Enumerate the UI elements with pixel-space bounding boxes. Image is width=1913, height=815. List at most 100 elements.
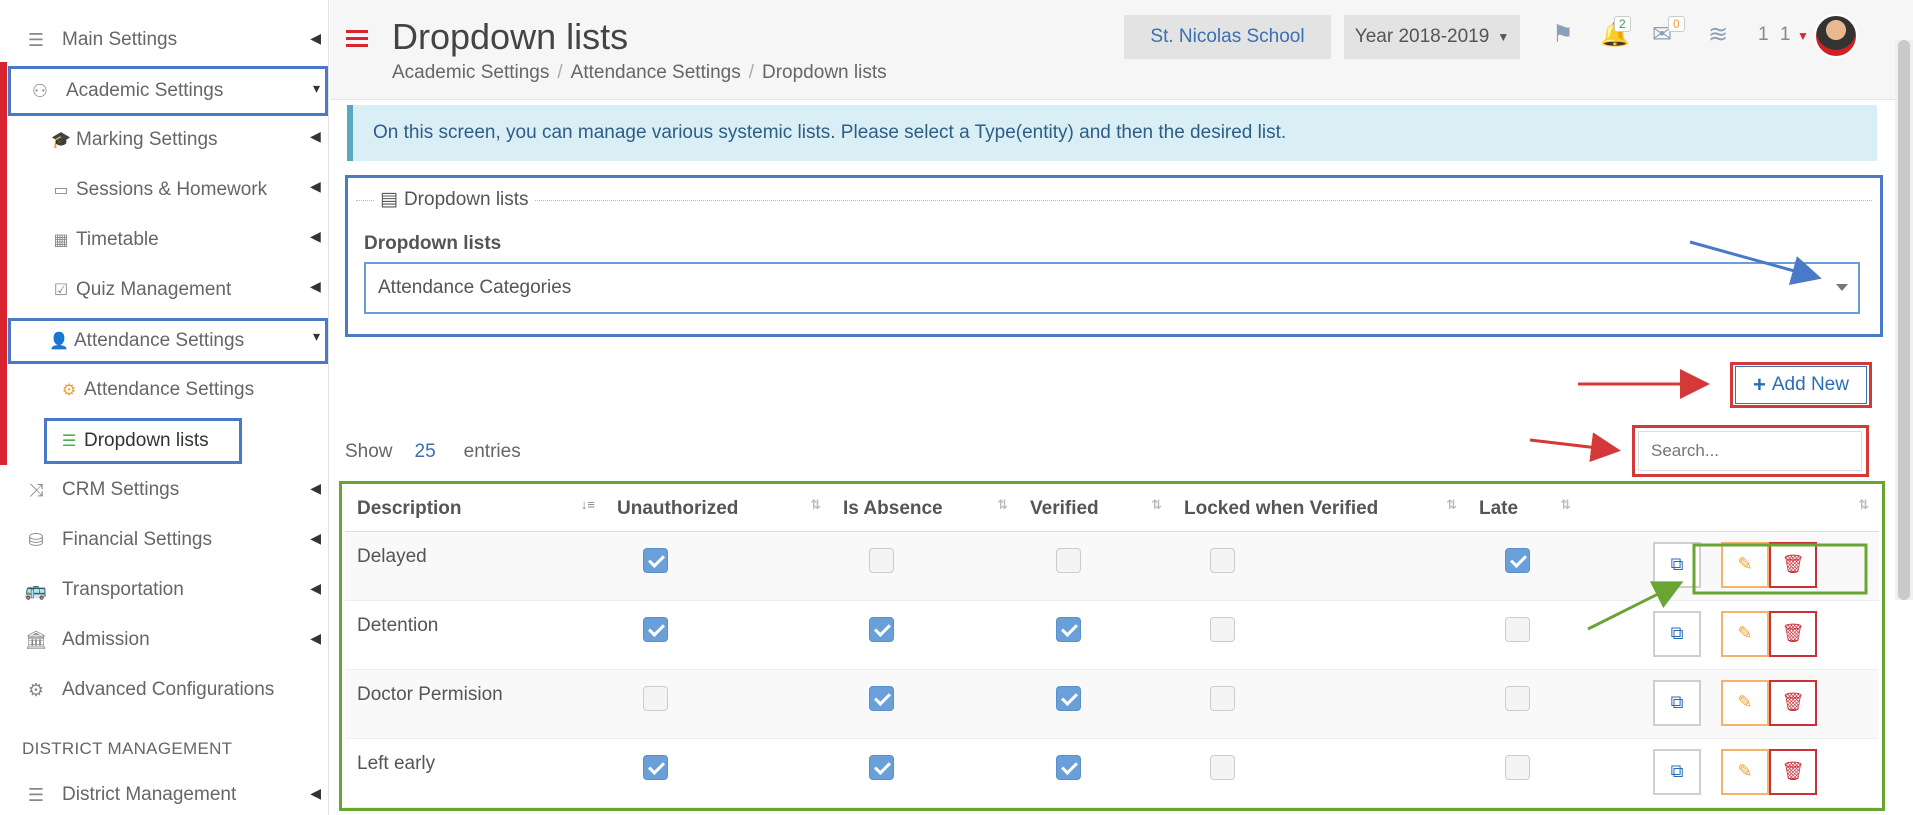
table-row: Doctor Permision ⧉ ✎ 🗑 — [345, 669, 1879, 739]
trash-icon: 🗑 — [1781, 623, 1805, 643]
copy-icon: ⧉ — [1670, 692, 1684, 712]
sidebar-item-attendance-settings[interactable]: 👤 Attendance Settings ▾ — [8, 318, 328, 364]
copy-button[interactable]: ⧉ — [1653, 541, 1701, 588]
teacher-board-icon: ▭ — [53, 182, 69, 199]
search-input[interactable] — [1638, 431, 1862, 471]
add-new-label: Add New — [1771, 374, 1849, 395]
pencil-icon: ✎ — [1737, 623, 1753, 643]
verified-checkbox[interactable] — [1056, 547, 1081, 573]
attendance-categories-table: Description ↓≡ Unauthorized ⇅ Is Absence ⇅ … — [345, 487, 1879, 808]
sidebar-item-transportation[interactable]: 🚌 Transportation ◀ — [0, 570, 329, 610]
delete-button[interactable]: 🗑 — [1769, 610, 1817, 657]
delete-button[interactable]: 🗑 — [1769, 748, 1817, 795]
menu-icon: ☰ — [27, 784, 45, 805]
group-icon: ⚇ — [31, 80, 49, 101]
verified-checkbox[interactable] — [1056, 685, 1081, 711]
chevron-left-icon: ◀ — [310, 630, 321, 646]
column-header-is-absence[interactable]: Is Absence ⇅ — [831, 487, 1018, 532]
page-scrollbar[interactable] — [1895, 40, 1913, 600]
sidebar-item-main-settings[interactable]: ☰ Main Settings ◀ — [0, 20, 329, 60]
header: Dropdown lists Academic Settings / Attenda… — [330, 0, 1913, 100]
breadcrumb: Academic Settings / Attendance Settings / Dr… — [392, 62, 887, 83]
sidebar-subitem-dropdown-lists[interactable]: ☰ Dropdown lists — [44, 418, 242, 464]
sidebar-item-label: Timetable — [76, 229, 159, 250]
sidebar-item-district-management[interactable]: ☰ District Management ◀ — [0, 775, 329, 815]
list-icon: ☰ — [61, 433, 77, 450]
column-header-late[interactable]: Late ⇅ — [1467, 487, 1581, 532]
sidebar-item-label: District Management — [62, 784, 237, 805]
locked-checkbox[interactable] — [1210, 547, 1235, 573]
breadcrumb-item[interactable]: Attendance Settings — [571, 62, 741, 83]
edit-button[interactable]: ✎ — [1721, 541, 1769, 588]
unauthorized-checkbox[interactable] — [643, 685, 668, 711]
column-header-verified[interactable]: Verified ⇅ — [1018, 487, 1172, 532]
sidebar-item-advanced-configurations[interactable]: ⚙ Advanced Configurations — [0, 670, 329, 710]
sidebar-item-timetable[interactable]: ▦ Timetable — [50, 220, 159, 260]
copy-button[interactable]: ⧉ — [1653, 748, 1701, 795]
column-header-unauthorized[interactable]: Unauthorized ⇅ — [605, 487, 831, 532]
copy-button[interactable]: ⧉ — [1653, 610, 1701, 657]
sidebar-item-admission[interactable]: 🏛 Admission ◀ — [0, 620, 329, 660]
column-header-description[interactable]: Description ↓≡ — [345, 487, 605, 532]
year-selector[interactable]: Year 2018-2019 ▼ — [1344, 15, 1520, 59]
locked-checkbox[interactable] — [1210, 685, 1235, 711]
avatar[interactable] — [1814, 14, 1858, 58]
late-checkbox[interactable] — [1505, 616, 1530, 642]
add-new-button[interactable]: + Add New — [1735, 366, 1867, 404]
gear-icon: ⚙ — [61, 382, 77, 399]
sidebar-item-label: Admission — [62, 629, 150, 650]
is-absence-checkbox[interactable] — [869, 754, 894, 780]
locked-checkbox[interactable] — [1210, 754, 1235, 780]
sidebar-item-sessions-homework[interactable]: ▭ Sessions & Homework — [50, 170, 267, 210]
edit-button[interactable]: ✎ — [1721, 610, 1769, 657]
layers-plus-icon[interactable]: ≋ — [1708, 20, 1728, 49]
late-checkbox[interactable] — [1505, 547, 1530, 573]
delete-button[interactable]: 🗑 — [1769, 541, 1817, 588]
copy-icon: ⧉ — [1670, 554, 1684, 574]
verified-checkbox[interactable] — [1056, 754, 1081, 780]
edit-button[interactable]: ✎ — [1721, 748, 1769, 795]
shuffle-icon: ⤨ — [28, 479, 44, 500]
description-cell: Detention — [345, 600, 605, 670]
sidebar-item-label: Marking Settings — [76, 129, 218, 150]
locked-checkbox[interactable] — [1210, 616, 1235, 642]
late-checkbox[interactable] — [1505, 685, 1530, 711]
page-length-select[interactable]: 25 — [415, 441, 436, 463]
sidebar-item-financial-settings[interactable]: ⛁ Financial Settings ◀ — [0, 520, 329, 560]
school-selector-button[interactable]: St. Nicolas School — [1124, 15, 1331, 59]
dropdown-lists-label: Dropdown lists — [364, 233, 502, 254]
sidebar-item-marking-settings[interactable]: 🎓 Marking Settings — [50, 120, 218, 160]
bus-icon: 🚌 — [24, 579, 48, 600]
unauthorized-checkbox[interactable] — [643, 547, 668, 573]
sidebar-item-quiz-management[interactable]: ☑ Quiz Management — [50, 270, 231, 310]
edit-button[interactable]: ✎ — [1721, 679, 1769, 726]
unauthorized-checkbox[interactable] — [643, 616, 668, 642]
pencil-icon: ✎ — [1737, 554, 1753, 574]
dropdown-lists-select[interactable]: Attendance Categories — [364, 262, 1860, 314]
copy-icon: ⧉ — [1670, 761, 1684, 781]
sidebar-subitem-attendance-settings[interactable]: ⚙ Attendance Settings — [58, 370, 254, 410]
show-label: Show — [345, 441, 393, 462]
sidebar-item-academic-settings[interactable]: ⚇ Academic Settings ▾ — [8, 66, 328, 116]
unauthorized-checkbox[interactable] — [643, 754, 668, 780]
chevron-down-icon: ▾ — [312, 328, 320, 344]
is-absence-checkbox[interactable] — [869, 547, 894, 573]
late-checkbox[interactable] — [1505, 754, 1530, 780]
checkbox-icon: ☑ — [53, 282, 69, 299]
caret-down-icon[interactable]: ▼ — [1797, 29, 1809, 43]
column-header-locked-when-verified[interactable]: Locked when Verified ⇅ — [1172, 487, 1467, 532]
is-absence-checkbox[interactable] — [869, 685, 894, 711]
chevron-left-icon: ◀ — [310, 785, 321, 801]
sidebar-item-label: Academic Settings — [66, 80, 224, 101]
verified-checkbox[interactable] — [1056, 616, 1081, 642]
hamburger-menu-icon[interactable] — [346, 30, 368, 48]
sidebar-item-crm-settings[interactable]: ⤨ CRM Settings ◀ — [0, 470, 329, 510]
sidebar-item-label: Financial Settings — [62, 529, 212, 550]
breadcrumb-item[interactable]: Academic Settings — [392, 62, 549, 83]
is-absence-checkbox[interactable] — [869, 616, 894, 642]
sidebar-item-label: Sessions & Homework — [76, 179, 268, 200]
flag-icon[interactable]: ⚑ — [1552, 20, 1574, 49]
copy-button[interactable]: ⧉ — [1653, 679, 1701, 726]
calendar-icon: ▦ — [53, 232, 69, 249]
delete-button[interactable]: 🗑 — [1769, 679, 1817, 726]
